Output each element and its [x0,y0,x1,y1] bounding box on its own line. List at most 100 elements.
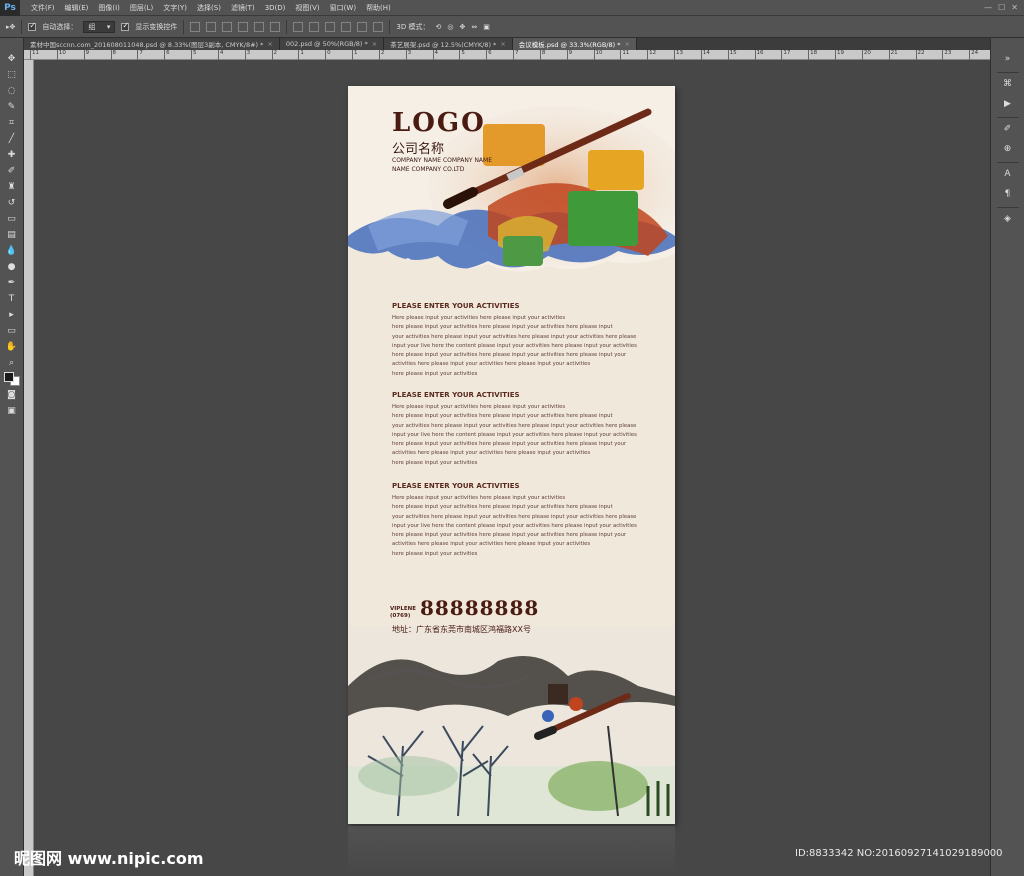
quick-select-tool-icon[interactable]: ✎ [4,100,20,114]
slide-3d-icon[interactable]: ⇔ [471,23,477,31]
tab-document-2[interactable]: 002.psd @ 50%(RGB/8) * × [279,38,385,50]
tab-document-4[interactable]: 会议模板.psd @ 33.3%(RGB/8) * × [512,38,637,50]
chevron-down-icon: ▾ [106,22,111,31]
section-line: activities here please input your activi… [392,450,591,457]
scale-3d-icon[interactable]: ▣ [483,23,490,31]
ruler-tick-label: 3 [405,50,411,60]
ruler-tick-label: 8 [539,50,545,60]
hand-tool-icon[interactable]: ✋ [4,340,20,354]
healing-tool-icon[interactable]: ✚ [4,148,20,162]
menu-edit[interactable]: 编辑(E) [60,3,94,13]
menu-view[interactable]: 视图(V) [290,3,324,13]
align-vcenter-icon[interactable] [206,21,217,32]
crop-tool-icon[interactable]: ⌗ [4,116,20,130]
lasso-tool-icon[interactable]: ◌ [4,84,20,98]
menu-help[interactable]: 帮助(H) [361,3,396,13]
section-line: Here please input your activities here p… [392,495,566,501]
tab-label: 茶艺展架.psd @ 12.5%(CMYK/8) * [390,41,497,49]
align-top-icon[interactable] [190,21,201,32]
document-canvas[interactable]: LOGO 公司名称 COMPANY NAME COMPANY NAME NAME… [348,86,675,824]
brush-presets-icon[interactable]: ✐ [1000,122,1016,136]
quick-mask-icon[interactable]: ◙ [4,388,20,402]
eyedropper-tool-icon[interactable]: ╱ [4,132,20,146]
ruler-tick-label: 17 [781,50,790,60]
menu-filter[interactable]: 滤镜(T) [226,3,260,13]
paragraph-panel-icon[interactable]: ¶ [1000,187,1016,201]
screen-mode-icon[interactable]: ▣ [4,404,20,418]
brush-tool-icon[interactable]: ✐ [4,164,20,178]
stamp-tool-icon[interactable]: ♜ [4,180,20,194]
move-tool-icon[interactable]: ▸✥ [6,23,15,31]
ruler-tick-label: 11 [30,50,39,60]
ruler-tick-label: 9 [566,50,572,60]
close-icon[interactable]: × [500,40,505,48]
menu-select[interactable]: 选择(S) [192,3,226,13]
distribute-bottom-icon[interactable] [325,21,336,32]
eraser-tool-icon[interactable]: ▭ [4,212,20,226]
type-tool-icon[interactable]: T [4,292,20,306]
menu-type[interactable]: 文字(Y) [158,3,192,13]
tab-document-1[interactable]: 素材中国sccnn.com_201608011048.psd @ 8.33%(图… [24,38,280,50]
pen-tool-icon[interactable]: ✒ [4,276,20,290]
zoom-tool-icon[interactable]: ⌕ [4,356,20,370]
close-icon[interactable]: ✕ [1011,3,1018,12]
show-transform-checkbox[interactable] [121,21,130,31]
roll-3d-icon[interactable]: ◎ [447,23,453,31]
menu-file[interactable]: 文件(F) [26,3,60,13]
distribute-right-icon[interactable] [373,21,384,32]
ruler-tick-label: 6 [164,50,170,60]
move-tool-icon[interactable]: ✥ [4,52,20,66]
close-icon[interactable]: × [267,40,272,48]
menu-image[interactable]: 图像(I) [93,3,125,13]
ruler-tick-label: 21 [888,50,898,60]
distribute-vcenter-icon[interactable] [309,21,320,32]
history-panel-icon[interactable]: ⌘ [1000,77,1016,91]
collapse-panels-icon[interactable]: » [1000,52,1016,66]
align-bottom-icon[interactable] [222,21,233,32]
distribute-left-icon[interactable] [341,21,352,32]
history-brush-icon[interactable]: ↺ [4,196,20,210]
3d-panel-icon[interactable]: ◈ [1000,212,1016,226]
minimize-icon[interactable]: — [984,3,992,12]
section-line: input your live here the content please … [392,342,637,349]
ruler-tick-label: 10 [593,50,603,60]
distribute-hcenter-icon[interactable] [357,21,368,32]
align-left-icon[interactable] [238,21,249,32]
tab-document-3[interactable]: 茶艺展架.psd @ 12.5%(CMYK/8) * × [384,38,513,50]
shape-tool-icon[interactable]: ▭ [4,324,20,338]
maximize-icon[interactable]: ☐ [998,3,1005,12]
orbit-3d-icon[interactable]: ⟲ [435,23,441,31]
distribute-top-icon[interactable] [293,21,304,32]
section-line: your activities here please input your a… [392,333,637,340]
path-select-tool-icon[interactable]: ▸ [4,308,20,322]
section-line: here please input your activities [392,550,478,557]
align-hcenter-icon[interactable] [254,21,265,32]
align-right-icon[interactable] [270,21,281,32]
actions-panel-icon[interactable]: ▶ [1000,97,1016,111]
auto-select-dropdown[interactable]: 组 ▾ [83,20,116,33]
clone-source-icon[interactable]: ⊕ [1000,142,1016,156]
character-panel-icon[interactable]: A [1000,167,1016,181]
vertical-ruler[interactable] [24,60,34,876]
marquee-tool-icon[interactable]: ⬚ [4,68,20,82]
menu-3d[interactable]: 3D(D) [260,4,291,12]
gradient-tool-icon[interactable]: ▤ [4,228,20,242]
horizontal-ruler[interactable]: 11 10 9 8 7 6 5 4 3 2 1 0 1 2 3 4 5 6 7 8 9 10 11 12 13 14 15 16 17 1… [24,50,990,60]
close-icon[interactable]: × [372,40,377,48]
blur-tool-icon[interactable]: 💧 [4,244,20,258]
menu-layer[interactable]: 图层(L) [125,3,158,13]
auto-select-checkbox[interactable] [28,21,37,31]
document-reflection [348,826,675,876]
pan-3d-icon[interactable]: ✥ [459,23,465,31]
ruler-tick-label: 4 [432,50,438,60]
auto-select-value: 组 [88,22,96,31]
color-swatches[interactable] [3,372,20,386]
ruler-tick-label: 4 [217,50,223,60]
hotline-label: VIPLENE [390,606,416,612]
dodge-tool-icon[interactable]: ● [4,260,20,274]
mode-3d-label: 3D 模式： [396,22,430,31]
section-line: activities here please input your activi… [392,361,591,368]
menu-window[interactable]: 窗口(W) [325,3,361,13]
close-icon[interactable]: × [624,40,629,48]
foreground-color-swatch[interactable] [3,372,14,382]
